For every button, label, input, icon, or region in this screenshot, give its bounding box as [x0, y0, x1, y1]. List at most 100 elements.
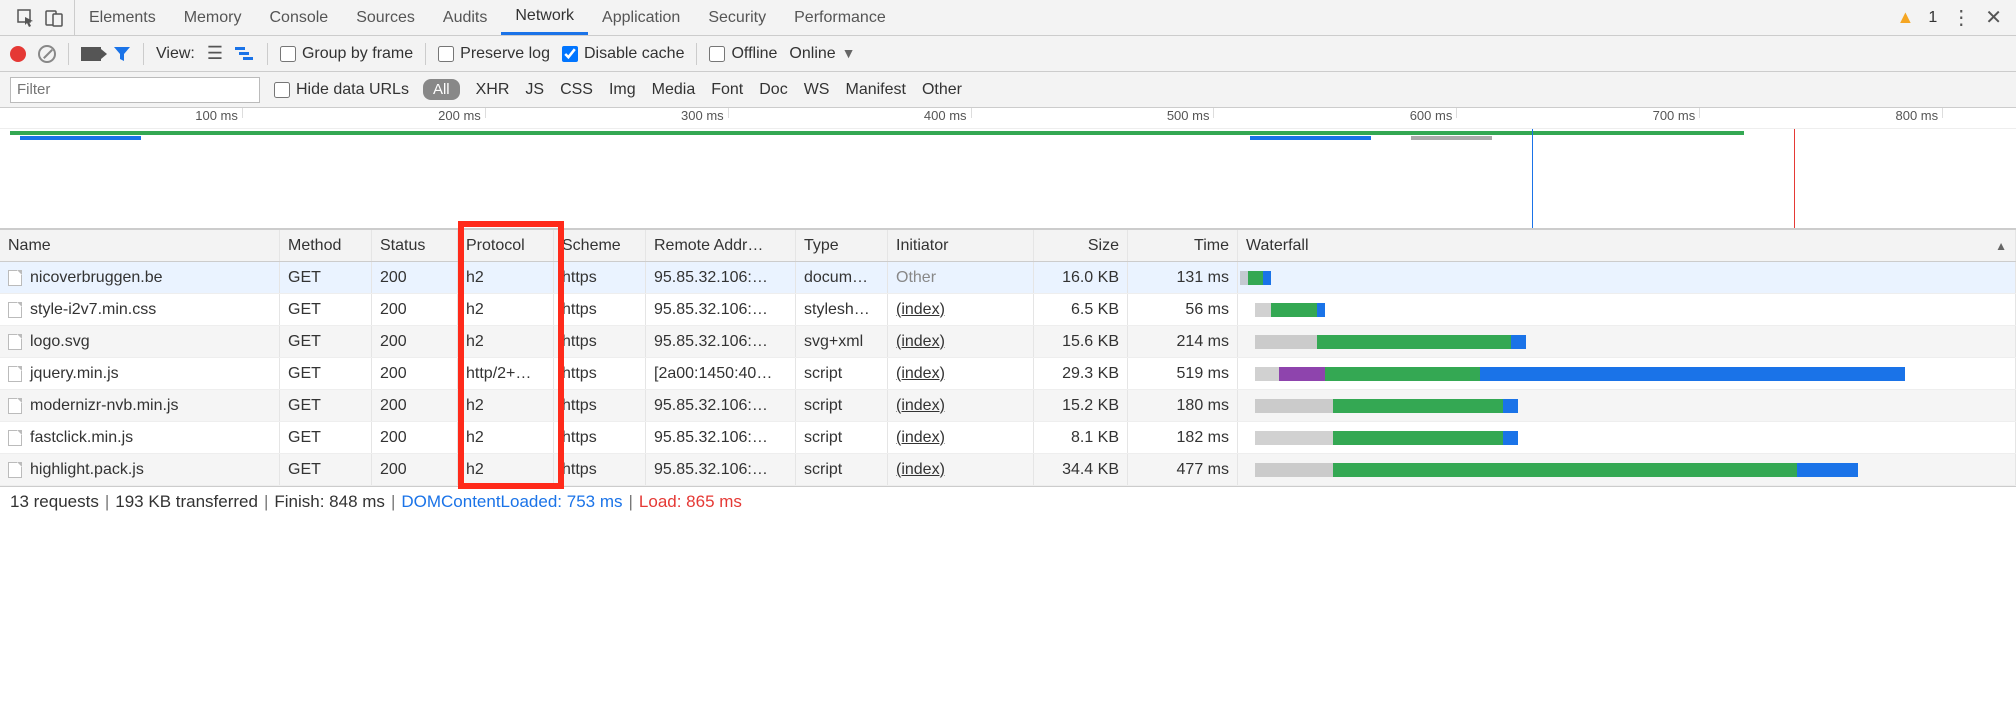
initiator-link[interactable]: (index): [896, 333, 945, 351]
initiator-link[interactable]: (index): [896, 365, 945, 383]
filter-type-xhr[interactable]: XHR: [476, 81, 510, 99]
cell: https: [554, 326, 646, 357]
cell: Other: [888, 262, 1034, 293]
column-header-size[interactable]: Size: [1034, 230, 1128, 261]
filter-toggle-icon[interactable]: [113, 45, 131, 63]
divider: [68, 43, 69, 65]
table-row[interactable]: fastclick.min.jsGET200h2https95.85.32.10…: [0, 422, 2016, 454]
column-header-remoteaddr[interactable]: Remote Addr…: [646, 230, 796, 261]
tab-memory[interactable]: Memory: [170, 0, 256, 35]
column-header-protocol[interactable]: Protocol: [458, 230, 554, 261]
cell: 8.1 KB: [1034, 422, 1128, 453]
cell: script: [796, 390, 888, 421]
filter-type-css[interactable]: CSS: [560, 81, 593, 99]
column-header-type[interactable]: Type: [796, 230, 888, 261]
timeline-overview[interactable]: 100 ms200 ms300 ms400 ms500 ms600 ms700 …: [0, 108, 2016, 229]
filter-type-media[interactable]: Media: [652, 81, 696, 99]
initiator-link[interactable]: (index): [896, 461, 945, 479]
throttling-value: Online: [789, 45, 835, 62]
column-header-time[interactable]: Time: [1128, 230, 1238, 261]
filter-type-font[interactable]: Font: [711, 81, 743, 99]
column-header-scheme[interactable]: Scheme: [554, 230, 646, 261]
filter-type-manifest[interactable]: Manifest: [845, 81, 905, 99]
tab-application[interactable]: Application: [588, 0, 694, 35]
table-row[interactable]: modernizr-nvb.min.jsGET200h2https95.85.3…: [0, 390, 2016, 422]
clear-button[interactable]: [38, 45, 56, 63]
tab-audits[interactable]: Audits: [429, 0, 501, 35]
cell: script: [796, 422, 888, 453]
load-marker: [1794, 129, 1795, 228]
disable-cache-label: Disable cache: [584, 45, 685, 63]
initiator-link[interactable]: (index): [896, 301, 945, 319]
tab-performance[interactable]: Performance: [780, 0, 900, 35]
cell: script: [796, 454, 888, 485]
cell: svg+xml: [796, 326, 888, 357]
warning-icon[interactable]: ▲: [1897, 7, 1915, 28]
filter-type-all[interactable]: All: [423, 79, 460, 100]
group-by-frame-checkbox[interactable]: Group by frame: [280, 45, 413, 63]
table-row[interactable]: jquery.min.jsGET200http/2+…https[2a00:14…: [0, 358, 2016, 390]
tab-network[interactable]: Network: [501, 0, 588, 35]
tab-elements[interactable]: Elements: [75, 0, 170, 35]
filter-type-ws[interactable]: WS: [804, 81, 830, 99]
filter-type-doc[interactable]: Doc: [759, 81, 787, 99]
tab-sources[interactable]: Sources: [342, 0, 429, 35]
cell: https: [554, 390, 646, 421]
column-header-status[interactable]: Status: [372, 230, 458, 261]
filter-input[interactable]: [10, 77, 260, 103]
column-header-name[interactable]: Name: [0, 230, 280, 261]
cell: 95.85.32.106:…: [646, 262, 796, 293]
tab-console[interactable]: Console: [255, 0, 342, 35]
cell: 56 ms: [1128, 294, 1238, 325]
cell: GET: [280, 262, 372, 293]
hide-data-urls-checkbox[interactable]: Hide data URLs: [274, 81, 409, 99]
table-row[interactable]: highlight.pack.jsGET200h2https95.85.32.1…: [0, 454, 2016, 486]
file-icon: [8, 398, 22, 414]
cell: (index): [888, 326, 1034, 357]
waterfall-view-icon[interactable]: [235, 46, 255, 62]
screenshot-icon[interactable]: [81, 47, 101, 61]
divider: [267, 43, 268, 65]
initiator-link[interactable]: (index): [896, 429, 945, 447]
column-header-waterfall[interactable]: Waterfall▲: [1238, 230, 2016, 261]
table-row[interactable]: style-i2v7.min.cssGET200h2https95.85.32.…: [0, 294, 2016, 326]
initiator-link[interactable]: (index): [896, 397, 945, 415]
record-button[interactable]: [10, 46, 26, 62]
disable-cache-checkbox[interactable]: Disable cache: [562, 45, 685, 63]
offline-checkbox[interactable]: Offline: [709, 45, 777, 63]
hide-data-urls-label: Hide data URLs: [296, 81, 409, 99]
cell: 214 ms: [1128, 326, 1238, 357]
preserve-log-checkbox[interactable]: Preserve log: [438, 45, 550, 63]
column-header-method[interactable]: Method: [280, 230, 372, 261]
cell: 180 ms: [1128, 390, 1238, 421]
cell: https: [554, 454, 646, 485]
file-icon: [8, 270, 22, 286]
kebab-menu-icon[interactable]: ⋮: [1951, 5, 1971, 30]
cell: 200: [372, 390, 458, 421]
request-name: style-i2v7.min.css: [30, 301, 156, 319]
throttling-select[interactable]: Online▼: [789, 45, 855, 63]
cell: highlight.pack.js: [0, 454, 280, 485]
cell: 6.5 KB: [1034, 294, 1128, 325]
cell: (index): [888, 358, 1034, 389]
cell: GET: [280, 358, 372, 389]
cell: 95.85.32.106:…: [646, 294, 796, 325]
large-rows-icon[interactable]: ☰: [207, 43, 223, 64]
cell: 29.3 KB: [1034, 358, 1128, 389]
table-row[interactable]: nicoverbruggen.beGET200h2https95.85.32.1…: [0, 262, 2016, 294]
cell: jquery.min.js: [0, 358, 280, 389]
overview-bar: [20, 136, 141, 140]
device-toggle-icon[interactable]: [44, 8, 64, 28]
column-header-initiator[interactable]: Initiator: [888, 230, 1034, 261]
divider: |: [105, 492, 109, 512]
filter-type-img[interactable]: Img: [609, 81, 636, 99]
tab-security[interactable]: Security: [694, 0, 780, 35]
filter-type-other[interactable]: Other: [922, 81, 962, 99]
file-icon: [8, 334, 22, 350]
table-row[interactable]: logo.svgGET200h2https95.85.32.106:…svg+x…: [0, 326, 2016, 358]
inspect-tools: [6, 0, 75, 35]
close-icon[interactable]: ✕: [1985, 5, 2002, 30]
select-element-icon[interactable]: [16, 8, 36, 28]
cell: h2: [458, 454, 554, 485]
filter-type-js[interactable]: JS: [525, 81, 544, 99]
